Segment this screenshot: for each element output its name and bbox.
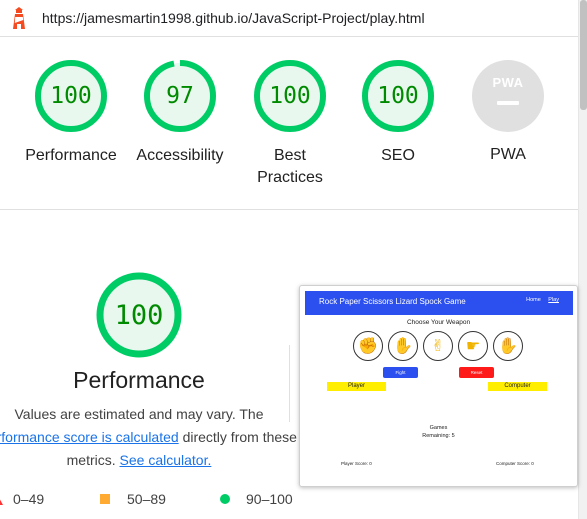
url-bar: https://jamesmartin1998.github.io/JavaSc… (0, 0, 578, 37)
see-calculator-link[interactable]: See calculator. (120, 452, 212, 468)
legend-average: 50–89 (100, 491, 166, 507)
pwa-dash (497, 101, 519, 105)
performance-score: 100 (114, 299, 164, 331)
pwa-badge-text: PWA (492, 75, 524, 90)
category-gauges: 100 Performance 97 Accessibility 100 Bes… (0, 37, 578, 210)
weapon-buttons: ✊ ✋ ✌ ☛ ✋ (353, 331, 523, 361)
description-text: metrics. (66, 452, 120, 468)
hand-scissors-icon: ✌ (423, 331, 453, 361)
gauge-label-line: Best (273, 147, 306, 164)
hand-lizard-icon: ☛ (458, 331, 488, 361)
fist-rock-icon: ✊ (353, 331, 383, 361)
gauge-label: Accessibility (136, 147, 224, 164)
legend-range: 0–49 (13, 491, 45, 507)
gauge-label: Performance (25, 147, 117, 164)
computer-score: Computer Score: 0 (496, 461, 534, 466)
nav-play-link: Play (548, 297, 559, 303)
gauge-seo[interactable]: 100 SEO (343, 59, 453, 167)
final-screenshot[interactable]: Rock Paper Scissors Lizard Spock Game Ho… (299, 285, 578, 487)
choose-weapon-heading: Choose Your Weapon (406, 319, 471, 326)
player-label: Player (327, 382, 386, 391)
gauge-label: Best Practices (235, 145, 345, 189)
legend-fail: 0–49 (0, 491, 44, 507)
divider (289, 345, 290, 422)
games-line: Remaining: 5 (422, 433, 455, 439)
gauge-pwa[interactable]: PWA PWA (453, 59, 563, 166)
games-remaining: Games Remaining: 5 (300, 424, 577, 440)
game-title: Rock Paper Scissors Lizard Spock Game (319, 297, 466, 306)
gauge-label: PWA (490, 146, 526, 163)
gauge-score: 100 (50, 83, 92, 109)
legend-range: 50–89 (127, 491, 166, 507)
score-calculated-link[interactable]: performance score is calculated (0, 429, 179, 445)
performance-title: Performance (73, 367, 205, 393)
gauge-score: 100 (377, 83, 419, 109)
average-square-icon (100, 494, 110, 504)
fight-button: Fight (383, 367, 418, 378)
performance-gauge: 100 (96, 272, 182, 358)
scrollbar-thumb[interactable] (580, 0, 587, 110)
gauge-score: 97 (166, 83, 194, 109)
performance-description: Values are estimated and may vary. The p… (0, 403, 298, 472)
pwa-badge-icon: PWA (472, 60, 544, 132)
fail-triangle-icon (0, 493, 3, 505)
pass-circle-icon (220, 494, 230, 504)
games-line: Games (429, 425, 448, 431)
nav-home-link: Home (526, 297, 541, 303)
gauge-performance[interactable]: 100 Performance (16, 59, 126, 167)
gauge-best-practices[interactable]: 100 Best Practices (235, 59, 345, 189)
scrollbar[interactable] (578, 0, 587, 519)
lighthouse-icon (13, 7, 25, 29)
hand-paper-icon: ✋ (388, 331, 418, 361)
gauge-label-line: Practices (257, 169, 323, 186)
reset-button: Reset (459, 367, 494, 378)
legend-pass: 90–100 (220, 491, 293, 507)
gauge-score: 100 (269, 83, 311, 109)
hand-spock-icon: ✋ (493, 331, 523, 361)
gauge-accessibility[interactable]: 97 Accessibility (125, 59, 235, 167)
computer-label: Computer (488, 382, 547, 391)
description-text: directly from these (178, 429, 297, 445)
legend-range: 90–100 (246, 491, 293, 507)
player-score: Player Score: 0 (341, 461, 372, 466)
game-navbar: Rock Paper Scissors Lizard Spock Game Ho… (305, 291, 573, 315)
game-nav-links: Home Play (520, 297, 559, 303)
description-text: Values are estimated and may vary. The (14, 406, 264, 422)
page-url[interactable]: https://jamesmartin1998.github.io/JavaSc… (42, 10, 425, 26)
gauge-label: SEO (381, 147, 415, 164)
